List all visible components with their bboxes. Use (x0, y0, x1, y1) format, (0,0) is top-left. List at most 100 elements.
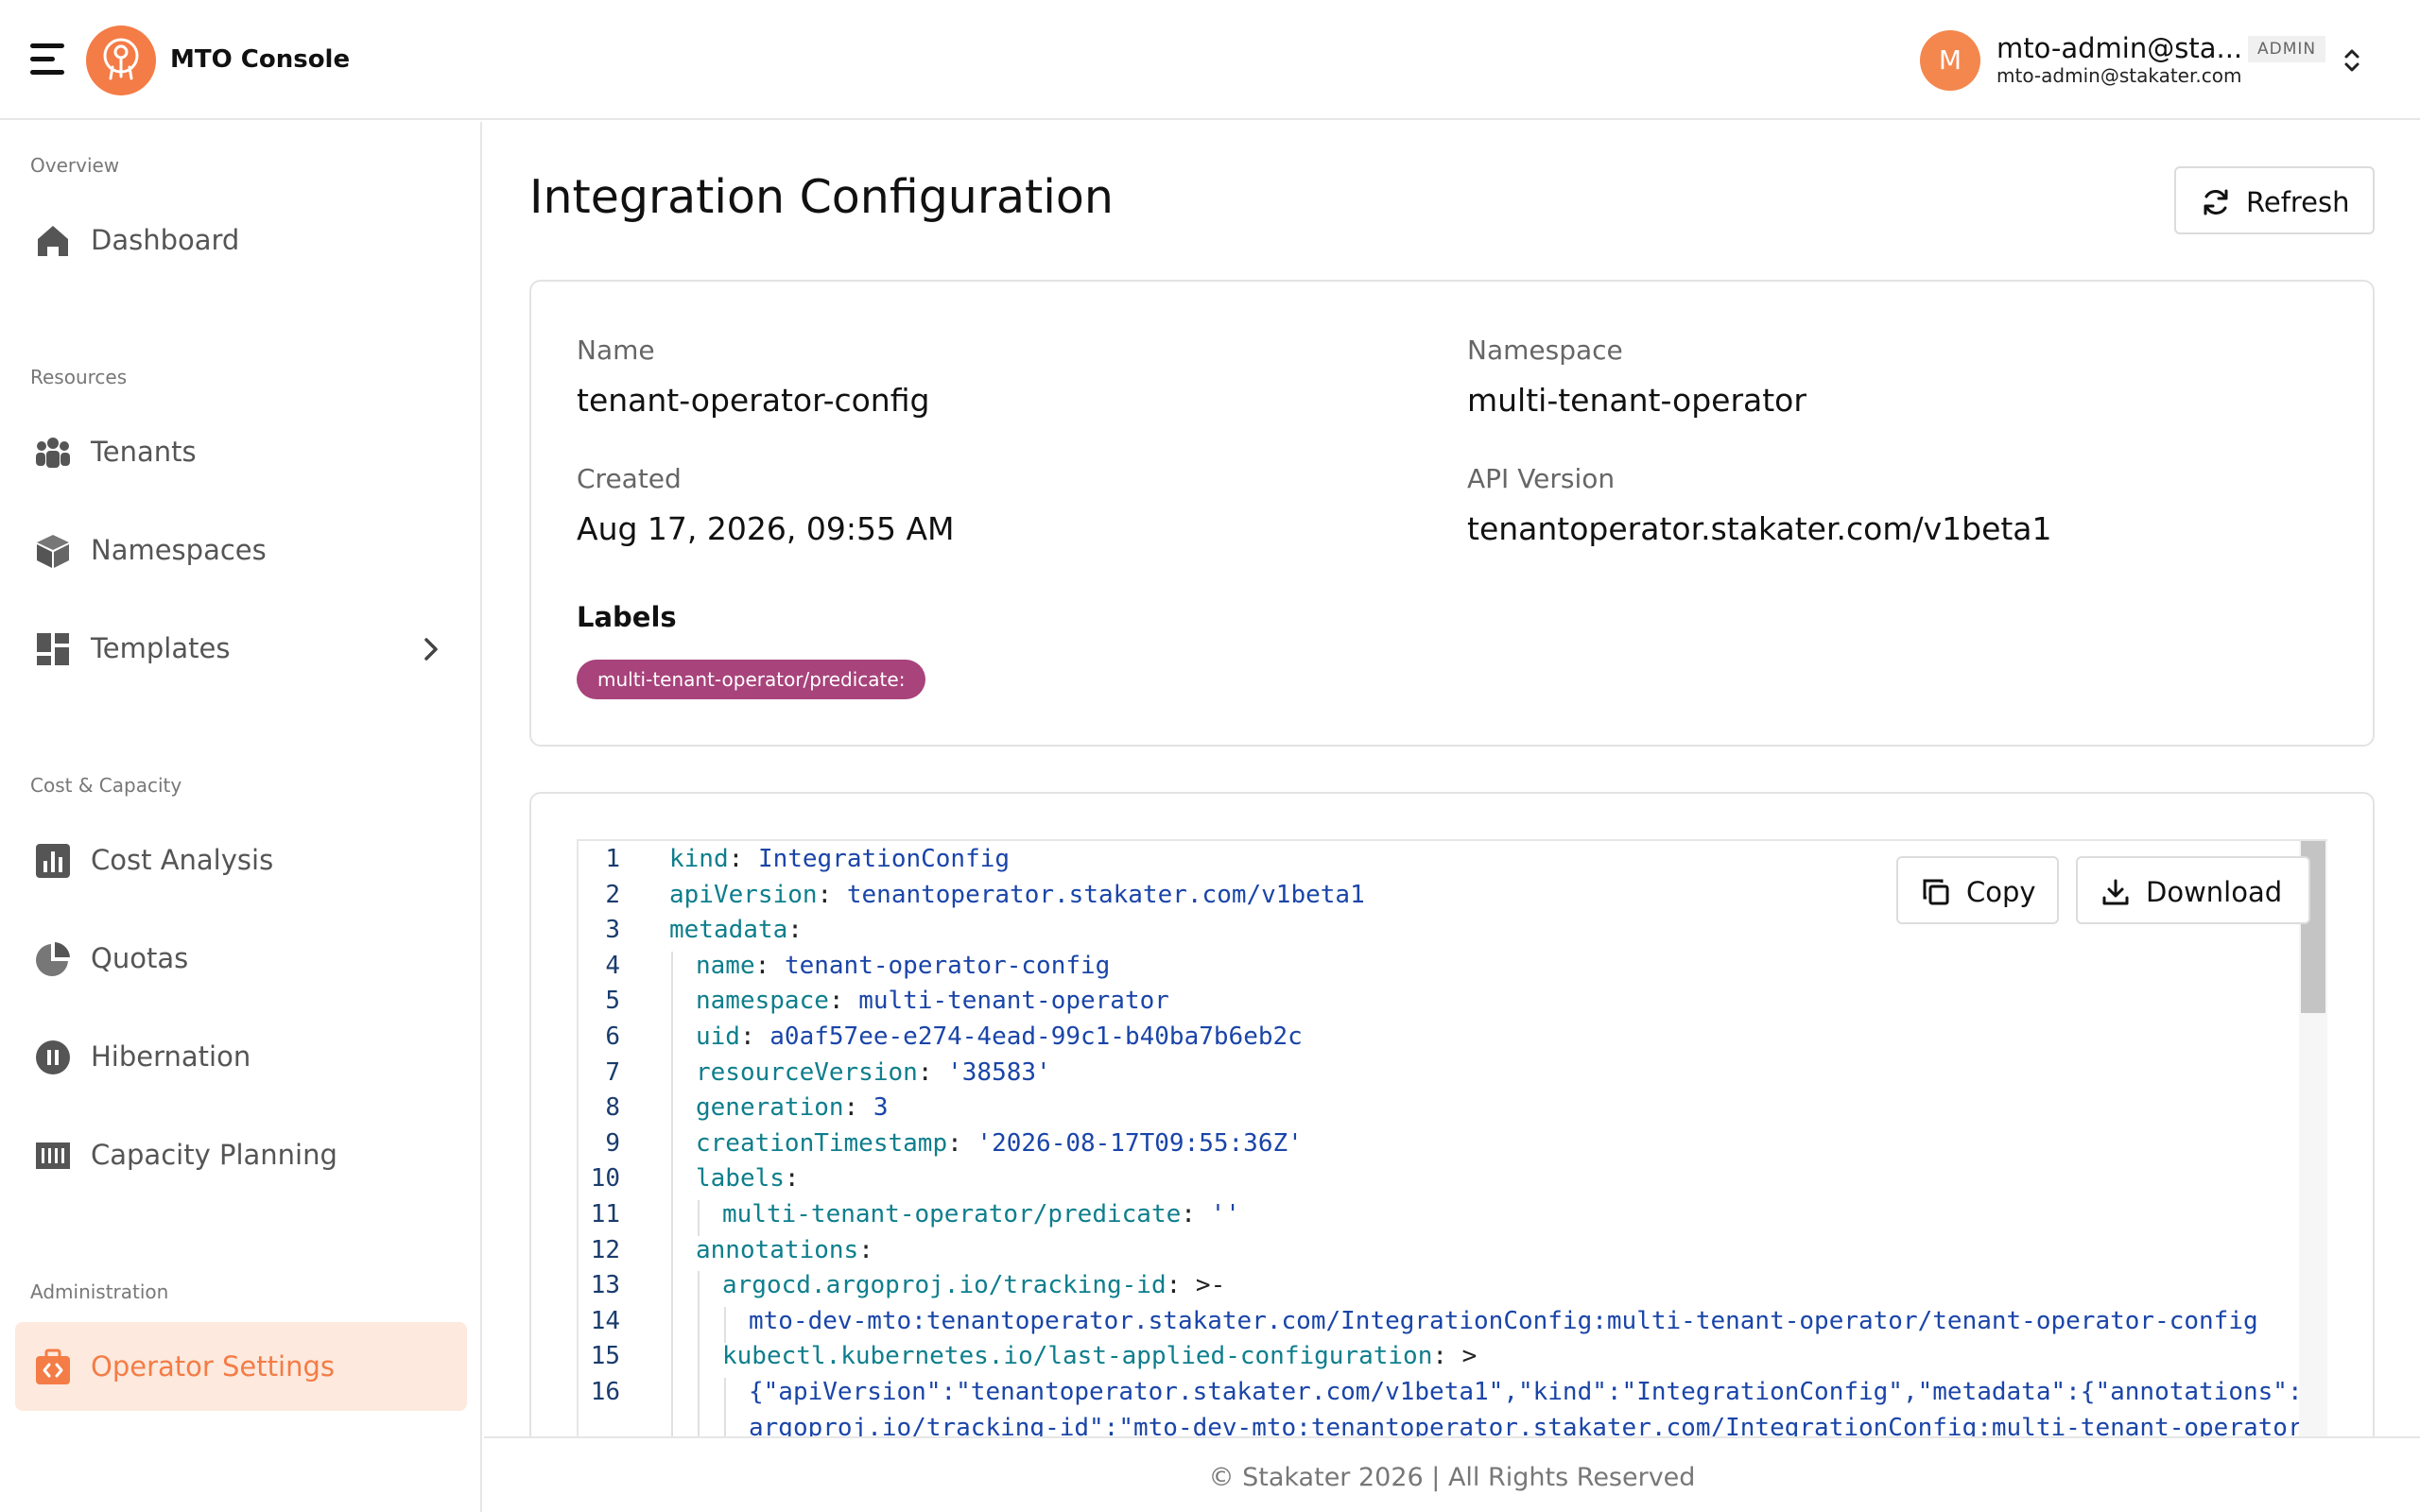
bar-chart-icon (36, 844, 70, 878)
sidebar-item-tenants[interactable]: Tenants (15, 407, 467, 496)
code-text: labels: (696, 1164, 800, 1193)
line-number: 15 (590, 1342, 620, 1371)
yaml-key: kubectl.kubernetes.io/last-applied-confi… (722, 1342, 1433, 1371)
line-number: 10 (590, 1164, 620, 1194)
api-version-label: API Version (1467, 463, 1616, 494)
yaml-key: resourceVersion (696, 1057, 918, 1087)
yaml-separator: : (843, 1093, 873, 1123)
indent-guide (671, 1271, 673, 1308)
code-line: 4 name: tenant-operator-config (579, 951, 2299, 988)
code-line: 7 resourceVersion: '38583' (579, 1057, 2299, 1094)
menu-icon[interactable] (30, 43, 64, 76)
yaml-key: labels (696, 1164, 785, 1194)
sidebar-item-operator-settings[interactable]: Operator Settings (15, 1322, 467, 1411)
sidebar-item-label: Quotas (91, 942, 189, 974)
indent-guide (698, 1342, 700, 1379)
sidebar-item-label: Hibernation (91, 1040, 251, 1073)
yaml-key: annotations (696, 1235, 859, 1264)
footer: © Stakater 2026 | All Rights Reserved (484, 1436, 2420, 1512)
indent-guide (671, 1378, 673, 1414)
app-title: MTO Console (170, 45, 351, 74)
indent-guide (698, 1271, 700, 1308)
sidebar-item-hibernation[interactable]: Hibernation (15, 1012, 467, 1101)
section-label-cost-capacity: Cost & Capacity (30, 774, 182, 797)
code-text: {"apiVersion":"tenantoperator.stakater.c… (749, 1378, 2327, 1406)
yaml-value: {"apiVersion":"tenantoperator.stakater.c… (749, 1378, 2327, 1406)
indent-guide (671, 1200, 673, 1236)
download-icon (2102, 879, 2129, 905)
yaml-separator: : (787, 916, 803, 945)
yaml-key: apiVersion (669, 880, 818, 909)
indent-guide (698, 1200, 700, 1236)
code-text: kubectl.kubernetes.io/last-applied-confi… (722, 1342, 1477, 1370)
sidebar-item-namespaces[interactable]: Namespaces (15, 506, 467, 594)
refresh-button[interactable]: Refresh (2174, 166, 2375, 234)
sidebar-item-quotas[interactable]: Quotas (15, 914, 467, 1003)
sidebar-item-label: Dashboard (91, 224, 240, 256)
code-text: name: tenant-operator-config (696, 952, 1110, 980)
avatar[interactable]: M (1920, 30, 1980, 91)
copy-label: Copy (1966, 876, 2036, 908)
app-logo[interactable] (86, 26, 156, 95)
yaml-key: namespace (696, 987, 829, 1016)
grid-icon (37, 633, 69, 665)
top-bar: MTO Console M mto-admin@sta... ADMIN mto… (0, 0, 2420, 120)
line-number: 11 (590, 1200, 620, 1228)
code-text: multi-tenant-operator/predicate: '' (722, 1200, 1240, 1228)
sidebar-item-label: Templates (91, 632, 231, 664)
code-editor[interactable]: argoproj.io/tracking-id":"mto-dev-mto:te… (577, 839, 2327, 1512)
download-button[interactable]: Download (2076, 856, 2310, 924)
sidebar-item-capacity-planning[interactable]: Capacity Planning (15, 1110, 467, 1199)
yaml-editor-card: argoproj.io/tracking-id":"mto-dev-mto:te… (529, 792, 2375, 1512)
sidebar-item-label: Capacity Planning (91, 1139, 337, 1171)
yaml-key: metadata (669, 916, 788, 945)
user-email: mto-admin@stakater.com (1996, 64, 2242, 87)
download-label: Download (2146, 876, 2283, 908)
page-title: Integration Configuration (529, 170, 1114, 224)
indent-guide (671, 1128, 673, 1165)
code-line: 13 argocd.argoproj.io/tracking-id: >- (579, 1271, 2299, 1308)
indent-guide (671, 1057, 673, 1094)
yaml-value: mto-dev-mto:tenantoperator.stakater.com/… (749, 1306, 2258, 1335)
line-number: 6 (605, 1022, 620, 1051)
indent-guide (671, 1022, 673, 1058)
code-text: apiVersion: tenantoperator.stakater.com/… (669, 881, 1365, 909)
code-text: argocd.argoproj.io/tracking-id: >- (722, 1271, 1225, 1299)
code-text: creationTimestamp: '2026-08-17T09:55:36Z… (696, 1129, 1303, 1158)
role-badge: ADMIN (2248, 36, 2326, 62)
sidebar-item-templates[interactable]: Templates (15, 604, 467, 693)
code-text: uid: a0af57ee-e274-4ead-99c1-b40ba7b6eb2… (696, 1022, 1303, 1051)
code-line: 6 uid: a0af57ee-e274-4ead-99c1-b40ba7b6eb… (579, 1022, 2299, 1058)
sidebar-item-label: Tenants (91, 436, 197, 468)
section-label-resources: Resources (30, 366, 128, 388)
indent-guide (671, 1342, 673, 1379)
section-label-overview: Overview (30, 154, 120, 177)
yaml-value: '2026-08-17T09:55:36Z' (977, 1128, 1303, 1158)
code-line: 10 labels: (579, 1164, 2299, 1201)
line-number: 4 (605, 951, 620, 980)
sidebar-item-dashboard[interactable]: Dashboard (15, 196, 467, 284)
indent-guide (724, 1378, 726, 1414)
yaml-separator: : (739, 1022, 770, 1051)
yaml-key: argocd.argoproj.io/tracking-id (722, 1271, 1167, 1300)
yaml-separator: : > (1432, 1342, 1478, 1371)
pause-icon (36, 1040, 70, 1074)
refresh-label: Refresh (2246, 186, 2350, 218)
sidebar-item-label: Cost Analysis (91, 844, 274, 876)
code-line: 14 mto-dev-mto:tenantoperator.stakater.co… (579, 1306, 2299, 1343)
yaml-key: uid (696, 1022, 740, 1051)
code-text: mto-dev-mto:tenantoperator.stakater.com/… (749, 1307, 2258, 1335)
sidebar-item-cost-analysis[interactable]: Cost Analysis (15, 816, 467, 904)
yaml-key: creationTimestamp (696, 1128, 948, 1158)
indent-guide (671, 951, 673, 988)
code-text: namespace: multi-tenant-operator (696, 987, 1169, 1015)
yaml-value: '' (1210, 1200, 1240, 1228)
chevron-up-down-icon[interactable] (2341, 45, 2363, 76)
section-label-administration: Administration (30, 1280, 169, 1303)
code-text: annotations: (696, 1236, 873, 1264)
copy-button[interactable]: Copy (1896, 856, 2059, 924)
chevron-right-icon[interactable] (422, 634, 441, 664)
pie-chart-icon (36, 942, 70, 976)
home-icon (38, 226, 68, 256)
code-text: resourceVersion: '38583' (696, 1058, 1051, 1087)
